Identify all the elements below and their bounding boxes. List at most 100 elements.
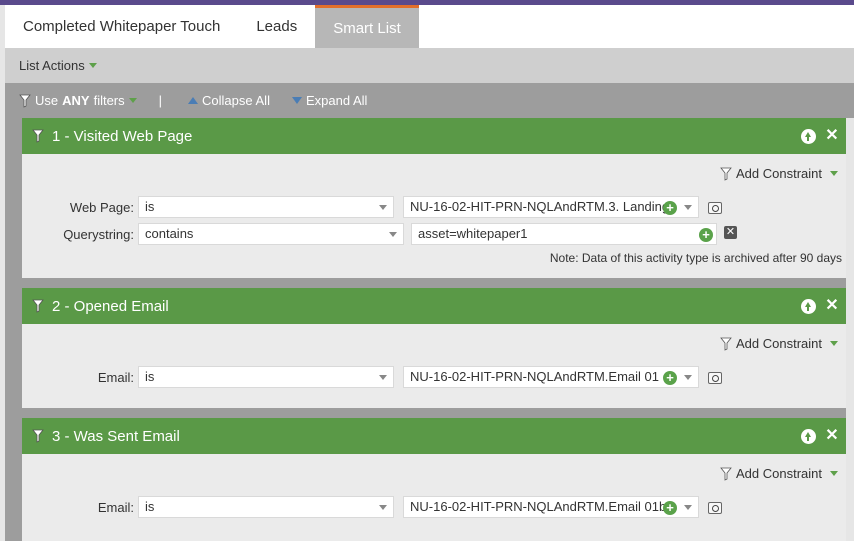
clear-icon[interactable]: ✕ — [724, 226, 737, 239]
add-constraint-button[interactable]: Add Constraint — [720, 336, 838, 351]
remove-filter-button[interactable]: ✕ — [824, 428, 840, 444]
add-constraint-label: Add Constraint — [736, 166, 822, 181]
field-label: Querystring: — [63, 227, 134, 242]
expand-icon — [291, 97, 302, 104]
filter-icon — [720, 467, 732, 481]
chevron-down-icon — [684, 205, 692, 210]
chevron-down-icon — [830, 341, 838, 346]
value-input[interactable]: asset=whitepaper1 — [411, 223, 717, 245]
filter-card-visited-web-page: 1 - Visited Web Page ✕ Add Constraint We… — [22, 118, 848, 278]
field-label: Email: — [97, 500, 134, 515]
value-text: asset=whitepaper1 — [418, 226, 528, 241]
value-text: NU-16-02-HIT-PRN-NQLAndRTM.Email 01b — [410, 499, 667, 514]
chevron-down-icon — [389, 232, 397, 237]
chevron-down-icon — [379, 505, 387, 510]
toolbar-separator: | — [158, 93, 163, 108]
filter-canvas: 1 - Visited Web Page ✕ Add Constraint We… — [5, 118, 854, 541]
chevron-down-icon — [684, 375, 692, 380]
value-select[interactable]: NU-16-02-HIT-PRN-NQLAndRTM.3. Landing — [403, 196, 699, 218]
chevron-down-icon — [88, 63, 97, 68]
value-select[interactable]: NU-16-02-HIT-PRN-NQLAndRTM.Email 01b — [403, 496, 699, 518]
filter-icon — [32, 129, 44, 143]
close-icon: ✕ — [825, 297, 839, 314]
lookup-icon[interactable] — [708, 372, 722, 384]
use-filters-menu[interactable]: Use ANY filters — [19, 93, 137, 108]
add-value-icon[interactable]: + — [663, 501, 677, 515]
operator-select[interactable]: is — [138, 366, 394, 388]
filter-title: 1 - Visited Web Page — [52, 127, 193, 145]
arrow-up-icon — [800, 128, 816, 144]
archive-note: Note: Data of this activity type is arch… — [549, 251, 842, 265]
operator-select[interactable]: contains — [138, 223, 404, 245]
move-up-button[interactable] — [800, 298, 816, 314]
collapse-all-button[interactable]: Collapse All — [188, 93, 270, 108]
chevron-down-icon — [830, 171, 838, 176]
expand-all-button[interactable]: Expand All — [291, 93, 368, 108]
list-actions-label: List Actions — [19, 58, 85, 73]
scrollbar-track[interactable] — [846, 118, 854, 541]
collapse-icon — [188, 97, 199, 104]
filter-header[interactable]: 2 - Opened Email ✕ — [22, 288, 848, 324]
filter-icon — [720, 337, 732, 351]
arrow-up-icon — [800, 428, 816, 444]
chevron-down-icon — [830, 471, 838, 476]
add-constraint-label: Add Constraint — [736, 466, 822, 481]
tab-leads[interactable]: Leads — [238, 5, 315, 48]
lookup-icon[interactable] — [708, 202, 722, 214]
list-actions-menu[interactable]: List Actions — [19, 58, 97, 73]
filter-icon — [720, 167, 732, 181]
chevron-down-icon — [379, 375, 387, 380]
filter-header[interactable]: 3 - Was Sent Email ✕ — [22, 418, 848, 454]
filter-icon — [32, 299, 44, 313]
remove-filter-button[interactable]: ✕ — [824, 298, 840, 314]
filter-title: 3 - Was Sent Email — [52, 427, 180, 445]
constraint-row: Email: is NU-16-02-HIT-PRN-NQLAndRTM.Ema… — [22, 366, 848, 390]
operator-value: is — [145, 499, 155, 514]
operator-value: is — [145, 369, 155, 384]
add-constraint-button[interactable]: Add Constraint — [720, 466, 838, 481]
operator-value: is — [145, 199, 155, 214]
close-icon: ✕ — [825, 127, 839, 144]
add-constraint-button[interactable]: Add Constraint — [720, 166, 838, 181]
filter-card-opened-email: 2 - Opened Email ✕ Add Constraint Email:… — [22, 288, 848, 408]
tab-smart-list[interactable]: Smart List — [315, 5, 419, 48]
add-constraint-label: Add Constraint — [736, 336, 822, 351]
list-actions-bar: List Actions — [5, 48, 854, 83]
use-filters-mode: ANY — [62, 93, 90, 108]
lookup-icon[interactable] — [708, 502, 722, 514]
value-select[interactable]: NU-16-02-HIT-PRN-NQLAndRTM.Email 01 — [403, 366, 699, 388]
use-filters-prefix: Use — [35, 93, 59, 108]
operator-select[interactable]: is — [138, 196, 394, 218]
arrow-up-icon — [800, 298, 816, 314]
filter-icon — [32, 429, 44, 443]
constraint-row: Web Page: is NU-16-02-HIT-PRN-NQLAndRTM.… — [22, 196, 848, 220]
value-text: NU-16-02-HIT-PRN-NQLAndRTM.3. Landing — [410, 199, 670, 214]
operator-value: contains — [145, 226, 194, 241]
close-icon: ✕ — [825, 427, 839, 444]
filter-toolbar: Use ANY filters | Collapse All Expand Al… — [5, 83, 854, 118]
constraint-row: Email: is NU-16-02-HIT-PRN-NQLAndRTM.Ema… — [22, 496, 848, 520]
field-label: Web Page: — [69, 200, 134, 215]
tab-bar: Completed Whitepaper Touch Leads Smart L… — [5, 5, 854, 48]
tab-completed-whitepaper-touch[interactable]: Completed Whitepaper Touch — [5, 5, 238, 48]
chevron-down-icon — [684, 505, 692, 510]
move-up-button[interactable] — [800, 128, 816, 144]
filter-card-was-sent-email: 3 - Was Sent Email ✕ Add Constraint Emai… — [22, 418, 848, 541]
use-filters-suffix: filters — [93, 93, 125, 108]
move-up-button[interactable] — [800, 428, 816, 444]
chevron-down-icon — [128, 98, 137, 103]
operator-select[interactable]: is — [138, 496, 394, 518]
filter-icon — [19, 94, 31, 108]
expand-all-label: Expand All — [305, 93, 368, 108]
value-text: NU-16-02-HIT-PRN-NQLAndRTM.Email 01 — [410, 369, 659, 384]
constraint-row: Querystring: contains asset=whitepaper1 … — [22, 223, 848, 247]
remove-filter-button[interactable]: ✕ — [824, 128, 840, 144]
filter-title: 2 - Opened Email — [52, 297, 169, 315]
add-value-icon[interactable]: + — [663, 371, 677, 385]
add-value-icon[interactable]: + — [699, 228, 713, 242]
filter-header[interactable]: 1 - Visited Web Page ✕ — [22, 118, 848, 154]
add-value-icon[interactable]: + — [663, 201, 677, 215]
field-label: Email: — [97, 370, 134, 385]
collapse-all-label: Collapse All — [202, 93, 270, 108]
chevron-down-icon — [379, 205, 387, 210]
